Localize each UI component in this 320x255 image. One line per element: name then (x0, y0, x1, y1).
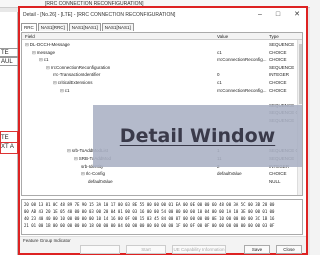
tree-row[interactable]: ⊟criticalExtensions c1 CHOICE (22, 79, 302, 86)
column-header-value[interactable]: Value (217, 33, 228, 40)
hex-line: 40 23 40 40 00 10 00 00 00 00 10 14 16 0… (24, 216, 275, 221)
field-name: rrcConnectionReconfiguration (50, 64, 111, 70)
start-button[interactable]: Start (126, 245, 166, 254)
ue-capability-button[interactable]: UE Capability Information (172, 245, 226, 254)
tree-row[interactable]: ⊟c1 rrcConnectionReconfig... CHOICE (22, 87, 302, 94)
expand-toggle-icon[interactable]: ⊟ (25, 42, 29, 47)
expand-toggle-icon[interactable]: ⊟ (81, 171, 85, 176)
field-name: c1 (64, 87, 70, 93)
tree-field: ⊟rlc-Config (25, 170, 215, 177)
tree-row[interactable] (22, 94, 302, 101)
tree-field: ⊟c1 (25, 87, 215, 94)
background-cell[interactable]: TE (0, 48, 18, 57)
detail-window: Detail - [No.26] - [LTE] - [RRC CONNECTI… (18, 6, 308, 255)
field-name: rrc-TransactionIdentifier (53, 72, 101, 78)
hex-dump-panel[interactable]: 20 08 13 81 0C 48 89 7E 90 15 3A 10 17 0… (21, 199, 303, 235)
tree-row[interactable]: ⊟c1 rrcConnectionReconfig... CHOICE (22, 56, 302, 63)
expand-toggle-icon[interactable]: ⊟ (39, 57, 43, 62)
window-title: Detail - [No.26] - [LTE] - [RRC CONNECTI… (23, 12, 176, 18)
hex-line: 21 01 00 1B 00 00 00 00 00 18 00 00 00 0… (24, 223, 275, 228)
tree-row[interactable]: ⊟DL-DCCH-Message SEQUENCE (22, 41, 302, 48)
field-name: defaultValue (88, 178, 113, 184)
tree-value: 0 (217, 72, 220, 78)
background-left-panel: TE AUL TE XT A (0, 12, 18, 255)
title-bar[interactable]: Detail - [No.26] - [LTE] - [RRC CONNECTI… (20, 8, 306, 22)
overlay-label: Detail Window (119, 125, 276, 147)
field-name: c1 (43, 57, 49, 63)
tree-field: ⊟criticalExtensions (25, 79, 215, 86)
save-button[interactable]: Save (244, 245, 270, 254)
disabled-button[interactable] (80, 245, 120, 254)
expand-toggle-icon[interactable]: ⊟ (74, 156, 78, 161)
column-header-field[interactable]: Field (25, 33, 35, 40)
bottom-bar: Feature Group Indicator Start UE Capabil… (20, 236, 306, 254)
expand-toggle-icon[interactable]: ⊟ (53, 80, 57, 85)
tree-header: Field Value Type (22, 33, 302, 40)
tab-bar: RRC NAS1[RRC] NAS1[NAS1] NAS1[NAS1] (21, 23, 134, 31)
tree-value: rrcConnectionReconfig... (217, 57, 267, 63)
tree-value: c1 (217, 80, 222, 85)
field-name: message (36, 49, 56, 55)
tree-row[interactable]: ⊟rlc-Config defaultValue CHOICE (22, 170, 302, 177)
tree-row[interactable]: ⊟message c1 CHOICE (22, 49, 302, 56)
tab-rrc[interactable]: RRC (21, 23, 37, 31)
expand-toggle-icon[interactable]: ⊟ (67, 148, 71, 153)
tree-field: defaultValue (25, 178, 215, 185)
detail-window-label-overlay: Detail Window (93, 105, 302, 167)
tree-field: rrc-TransactionIdentifier (25, 71, 215, 78)
tree-value: defaultValue (217, 171, 242, 177)
tab-nas1-nas1[interactable]: NAS1[NAS1] (68, 23, 101, 31)
close-dialog-button[interactable]: Close (276, 245, 302, 254)
field-name: DL-DCCH-Message (29, 42, 70, 47)
tab-nas1-nas1-2[interactable]: NAS1[NAS1] (101, 23, 134, 31)
background-highlight (0, 142, 18, 154)
feature-group-indicator-label: Feature Group Indicator (23, 238, 71, 243)
maximize-button[interactable]: □ (270, 10, 286, 20)
hex-line: 20 08 13 81 0C 48 89 7E 90 15 3A 10 17 0… (24, 202, 275, 207)
scrollbar-thumb[interactable] (299, 44, 302, 104)
expand-toggle-icon[interactable]: ⊟ (46, 65, 50, 70)
expand-toggle-icon[interactable]: ⊟ (32, 50, 36, 55)
tree-field: ⊟DL-DCCH-Message (25, 41, 215, 48)
tree-row[interactable]: ⊟rrcConnectionReconfiguration SEQUENCE (22, 64, 302, 71)
tree-field: ⊟rrcConnectionReconfiguration (25, 64, 215, 71)
field-name: criticalExtensions (57, 80, 93, 85)
minimize-button[interactable]: – (252, 10, 268, 20)
close-button[interactable]: ✕ (289, 10, 305, 20)
column-header-type[interactable]: Type (269, 33, 279, 40)
field-name: rlc-Config (85, 171, 106, 177)
tree-row[interactable]: rrc-TransactionIdentifier 0 INTEGER (22, 71, 302, 78)
hex-line: 00 AB 43 20 1E 05 40 00 00 03 00 20 04 0… (24, 209, 275, 214)
tree-row[interactable]: defaultValue NULL (22, 178, 302, 185)
tab-nas1-rrc[interactable]: NAS1[RRC] (37, 23, 68, 31)
background-cell[interactable]: AUL (0, 57, 18, 66)
tree-value: c1 (217, 49, 222, 55)
tree-field: ⊟message (25, 49, 215, 56)
expand-toggle-icon[interactable]: ⊟ (60, 88, 64, 93)
tree-value: rrcConnectionReconfig... (217, 87, 267, 93)
tree-field: ⊟c1 (25, 56, 215, 63)
